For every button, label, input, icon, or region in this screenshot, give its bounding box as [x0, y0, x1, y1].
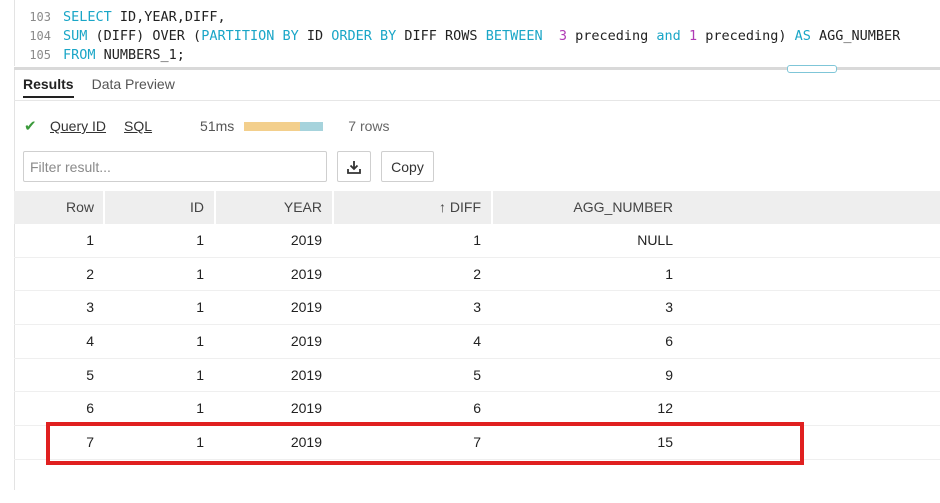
cell-id: 1 [196, 434, 204, 451]
sql-keyword: AS [794, 28, 811, 44]
table-row[interactable]: 2 1 2019 2 1 [14, 258, 940, 292]
cell-id: 1 [196, 400, 204, 417]
sql-keyword: PARTITION BY [201, 28, 299, 44]
copy-button[interactable]: Copy [381, 151, 434, 182]
query-duration: 51ms [200, 118, 235, 134]
sql-keyword: BETWEEN [485, 28, 543, 44]
cell-year: 2019 [290, 299, 322, 316]
timing-bar-segment-a [244, 121, 301, 131]
code-line: 105 FROM NUMBERS_1; [15, 47, 185, 65]
row-count: 7 rows [348, 118, 390, 134]
cell-year: 2019 [290, 265, 322, 282]
sql-keyword: SELECT [63, 9, 112, 25]
sql-editor[interactable]: 103 SELECT ID,YEAR,DIFF, 104 SUM (DIFF) OVE… [14, 0, 940, 66]
cell-id: 1 [196, 265, 204, 282]
header-agg-number[interactable]: AGG_NUMBER [493, 191, 683, 224]
cell-diff: 1 [473, 232, 481, 248]
sql-text: (DIFF) OVER ( [87, 28, 202, 44]
table-row[interactable]: 6 1 2019 6 12 [14, 392, 940, 427]
cell-diff: 6 [473, 400, 481, 417]
table-row[interactable]: 5 1 2019 5 9 [14, 359, 940, 393]
sql-text: DIFF ROWS [396, 28, 486, 44]
tab-results[interactable]: Results [23, 76, 74, 98]
sql-text: preceding) [697, 28, 795, 44]
query-status: ✔ Query ID SQL 51ms 7 rows [24, 117, 390, 135]
cell-agg: NULL [637, 232, 673, 248]
cell-year: 2019 [290, 400, 322, 417]
cell-year: 2019 [290, 434, 322, 451]
download-button[interactable] [337, 151, 371, 182]
cell-agg: 6 [665, 333, 673, 350]
cell-id: 1 [196, 333, 204, 350]
cell-agg: 1 [665, 265, 673, 282]
header-year[interactable]: YEAR [216, 191, 332, 224]
cell-row: 5 [86, 366, 94, 383]
cell-row: 3 [86, 299, 94, 316]
cell-row: 1 [86, 232, 94, 248]
results-tabs: Results Data Preview [23, 76, 175, 98]
results-table: Row ID YEAR ↑ DIFF AGG_NUMBER 1 1 2019 1 NUL… [14, 191, 940, 460]
sql-number: 1 [688, 28, 698, 44]
sql-keyword: ORDER BY [331, 28, 397, 44]
sort-ascending-icon: ↑ [439, 199, 446, 215]
tab-data-preview[interactable]: Data Preview [92, 76, 175, 98]
table-row[interactable]: 3 1 2019 3 3 [14, 291, 940, 326]
sql-number: 3 [558, 28, 567, 44]
table-row[interactable]: 1 1 2019 1 NULL [14, 224, 940, 258]
cell-year: 2019 [290, 232, 322, 248]
cell-id: 1 [196, 232, 204, 248]
cell-agg: 12 [657, 400, 673, 417]
tabs-divider [14, 100, 940, 101]
timing-bar-segment-b [300, 121, 324, 131]
table-row[interactable]: 4 1 2019 4 6 [14, 325, 940, 359]
cell-row: 6 [86, 400, 94, 417]
sql-text: NUMBERS_1; [95, 47, 185, 63]
cell-row: 2 [86, 265, 94, 282]
code-line: 103 SELECT ID,YEAR,DIFF, [15, 9, 226, 27]
cell-diff: 3 [473, 299, 481, 316]
cell-diff: 4 [473, 333, 481, 350]
code-line: 104 SUM (DIFF) OVER (PARTITION BY ID ORDE… [15, 28, 900, 46]
sql-keyword: SUM [63, 28, 88, 44]
line-number: 103 [29, 10, 51, 24]
line-number: 104 [29, 29, 51, 43]
cell-row: 7 [86, 434, 94, 451]
cell-row: 4 [86, 333, 94, 350]
line-number: 105 [29, 48, 51, 62]
check-icon: ✔ [24, 118, 37, 135]
cell-diff: 5 [473, 366, 481, 383]
table-header: Row ID YEAR ↑ DIFF AGG_NUMBER [14, 191, 940, 224]
code-line-partial [15, 0, 63, 8]
header-row[interactable]: Row [14, 191, 104, 224]
cell-id: 1 [196, 299, 204, 316]
timing-bar [244, 121, 324, 131]
sql-text: ID,YEAR,DIFF, [111, 9, 226, 25]
sql-text: AGG_NUMBER [810, 28, 901, 44]
download-icon [347, 160, 361, 174]
sql-text: preceding [567, 28, 657, 44]
cell-agg: 15 [657, 434, 673, 451]
table-row[interactable]: 7 1 2019 7 15 [14, 426, 940, 460]
cell-agg: 3 [665, 299, 673, 316]
cell-diff: 7 [473, 434, 481, 451]
sql-link[interactable]: SQL [124, 118, 152, 134]
filter-result-input[interactable] [23, 151, 327, 182]
cell-year: 2019 [290, 333, 322, 350]
cell-diff: 2 [473, 265, 481, 282]
sql-keyword: FROM [63, 47, 96, 63]
header-diff[interactable]: ↑ DIFF [334, 191, 491, 224]
cell-year: 2019 [290, 366, 322, 383]
splitter-drag-handle[interactable] [787, 65, 837, 73]
query-id-link[interactable]: Query ID [50, 118, 106, 134]
sql-text: ID [298, 28, 332, 44]
cell-agg: 9 [665, 366, 673, 383]
cell-id: 1 [196, 366, 204, 383]
sql-keyword: and [656, 28, 681, 44]
header-id[interactable]: ID [104, 191, 214, 224]
header-diff-label: DIFF [449, 199, 481, 215]
